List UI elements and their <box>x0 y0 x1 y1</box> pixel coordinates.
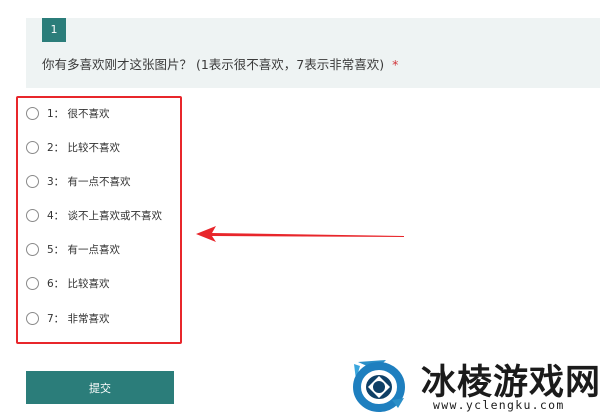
radio-button[interactable] <box>26 140 39 154</box>
red-arrow-left-icon <box>196 226 404 242</box>
option-3[interactable]: 3： 有一点不喜欢 <box>26 171 131 191</box>
submit-button[interactable]: 提交 <box>26 371 174 404</box>
question-text: 你有多喜欢刚才这张图片？ (1表示很不喜欢，7表示非常喜欢) <box>42 57 385 72</box>
question-title: 你有多喜欢刚才这张图片？ (1表示很不喜欢，7表示非常喜欢) * <box>42 54 398 73</box>
watermark-logo-icon <box>353 360 405 412</box>
radio-button[interactable] <box>26 174 39 188</box>
options-highlight-box: 1： 很不喜欢 2： 比较不喜欢 3： 有一点不喜欢 4： 谈不上喜欢或不喜欢 … <box>16 96 182 344</box>
question-number-badge: 1 <box>42 18 66 42</box>
option-label: 2： 比较不喜欢 <box>47 141 121 154</box>
radio-button[interactable] <box>26 208 39 222</box>
option-4[interactable]: 4： 谈不上喜欢或不喜欢 <box>26 205 162 225</box>
option-label: 3： 有一点不喜欢 <box>47 175 131 188</box>
radio-button[interactable] <box>26 276 39 290</box>
required-asterisk: * <box>392 57 399 72</box>
option-label: 1： 很不喜欢 <box>47 107 110 120</box>
radio-button[interactable] <box>26 106 39 120</box>
option-7[interactable]: 7： 非常喜欢 <box>26 308 110 328</box>
option-1[interactable]: 1： 很不喜欢 <box>26 103 110 123</box>
option-label: 6： 比较喜欢 <box>47 277 110 290</box>
option-6[interactable]: 6： 比较喜欢 <box>26 273 110 293</box>
watermark-url: www.yclengku.com <box>433 398 565 412</box>
radio-button[interactable] <box>26 242 39 256</box>
option-2[interactable]: 2： 比较不喜欢 <box>26 137 120 157</box>
option-5[interactable]: 5： 有一点喜欢 <box>26 239 120 259</box>
option-label: 7： 非常喜欢 <box>47 312 110 325</box>
question-card: 1 你有多喜欢刚才这张图片？ (1表示很不喜欢，7表示非常喜欢) * <box>26 18 600 88</box>
option-label: 5： 有一点喜欢 <box>47 243 121 256</box>
radio-button[interactable] <box>26 311 39 325</box>
watermark: 冰棱游戏网 www.yclengku.com <box>343 352 600 416</box>
option-label: 4： 谈不上喜欢或不喜欢 <box>47 209 163 222</box>
